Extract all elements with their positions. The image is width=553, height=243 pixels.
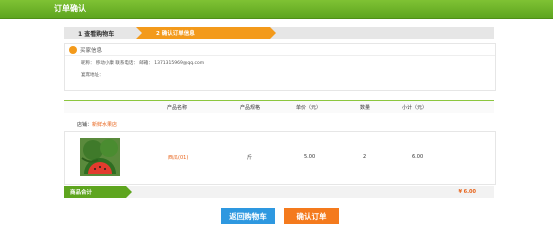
buyer-address: 宴席地址： (81, 73, 104, 78)
table-row: 西瓜(01) 斤 5.00 2 6.00 (64, 131, 496, 185)
total-label: 商品合计 (70, 190, 93, 196)
buyer-contact: 昵称： 移动小康 联系电话： 邮箱： 1371315969@qq.com (81, 61, 205, 66)
store-name-link[interactable]: 新鲜水果店 (92, 122, 117, 128)
step-view-cart: 1 查看购物车 (78, 31, 115, 38)
product-name-link[interactable]: 西瓜(01) (168, 154, 188, 161)
buyer-info-title: 买家信息 (80, 48, 103, 54)
store-label: 店铺： (77, 122, 93, 128)
column-product-spec: 产品规格 (240, 105, 261, 111)
quantity: 2 (363, 154, 367, 160)
confirm-order-button[interactable]: 确认订单 (284, 208, 339, 224)
user-icon (69, 46, 77, 54)
step-confirm-label: 2 确认订单信息 (156, 31, 195, 37)
subtotal: 6.00 (412, 154, 424, 160)
column-subtotal: 小计（元） (402, 105, 428, 111)
header-bar: 订单确认 (0, 0, 553, 19)
table-header: 产品名称 产品规格 单价（元） 数量 小计（元） (64, 100, 494, 113)
column-product-name: 产品名称 (167, 105, 188, 111)
store-line: 店铺：新鲜水果店 (77, 121, 117, 128)
unit-price: 5.00 (304, 154, 316, 160)
column-quantity: 数量 (360, 105, 371, 111)
order-steps: 1 查看购物车 2 确认订单信息 (64, 27, 494, 39)
divider (65, 55, 495, 56)
column-unit-price: 单价（元） (296, 105, 322, 111)
back-to-cart-button[interactable]: 返回购物车 (221, 208, 275, 224)
page-title: 订单确认 (54, 4, 86, 13)
total-value: ¥ 6.00 (458, 189, 476, 195)
step-confirm-order: 2 确认订单信息 (136, 27, 276, 39)
buyer-info-panel: 买家信息 昵称： 移动小康 联系电话： 邮箱： 1371315969@qq.co… (64, 43, 496, 91)
watermelon-image[interactable] (80, 138, 120, 176)
product-spec: 斤 (247, 155, 253, 161)
total-bar: 商品合计 ¥ 6.00 (64, 186, 494, 198)
